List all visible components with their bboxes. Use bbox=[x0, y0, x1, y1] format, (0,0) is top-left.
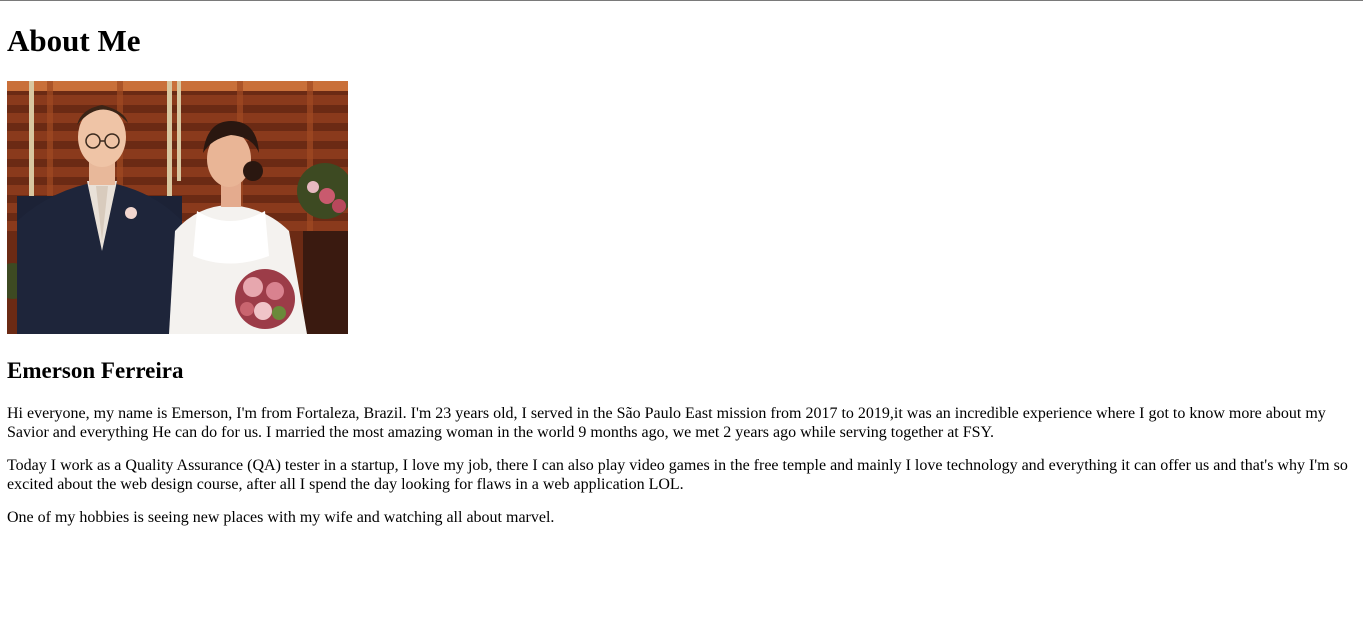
wedding-photo bbox=[7, 81, 348, 334]
page-title: About Me bbox=[7, 23, 141, 58]
person-name: Emerson Ferreira bbox=[7, 358, 184, 383]
bio-paragraph: One of my hobbies is seeing new places w… bbox=[7, 509, 555, 526]
bio-paragraph: Today I work as a Quality Assurance (QA)… bbox=[7, 457, 1348, 493]
bio-paragraph: Hi everyone, my name is Emerson, I'm fro… bbox=[7, 405, 1326, 441]
top-divider bbox=[0, 0, 1363, 1]
